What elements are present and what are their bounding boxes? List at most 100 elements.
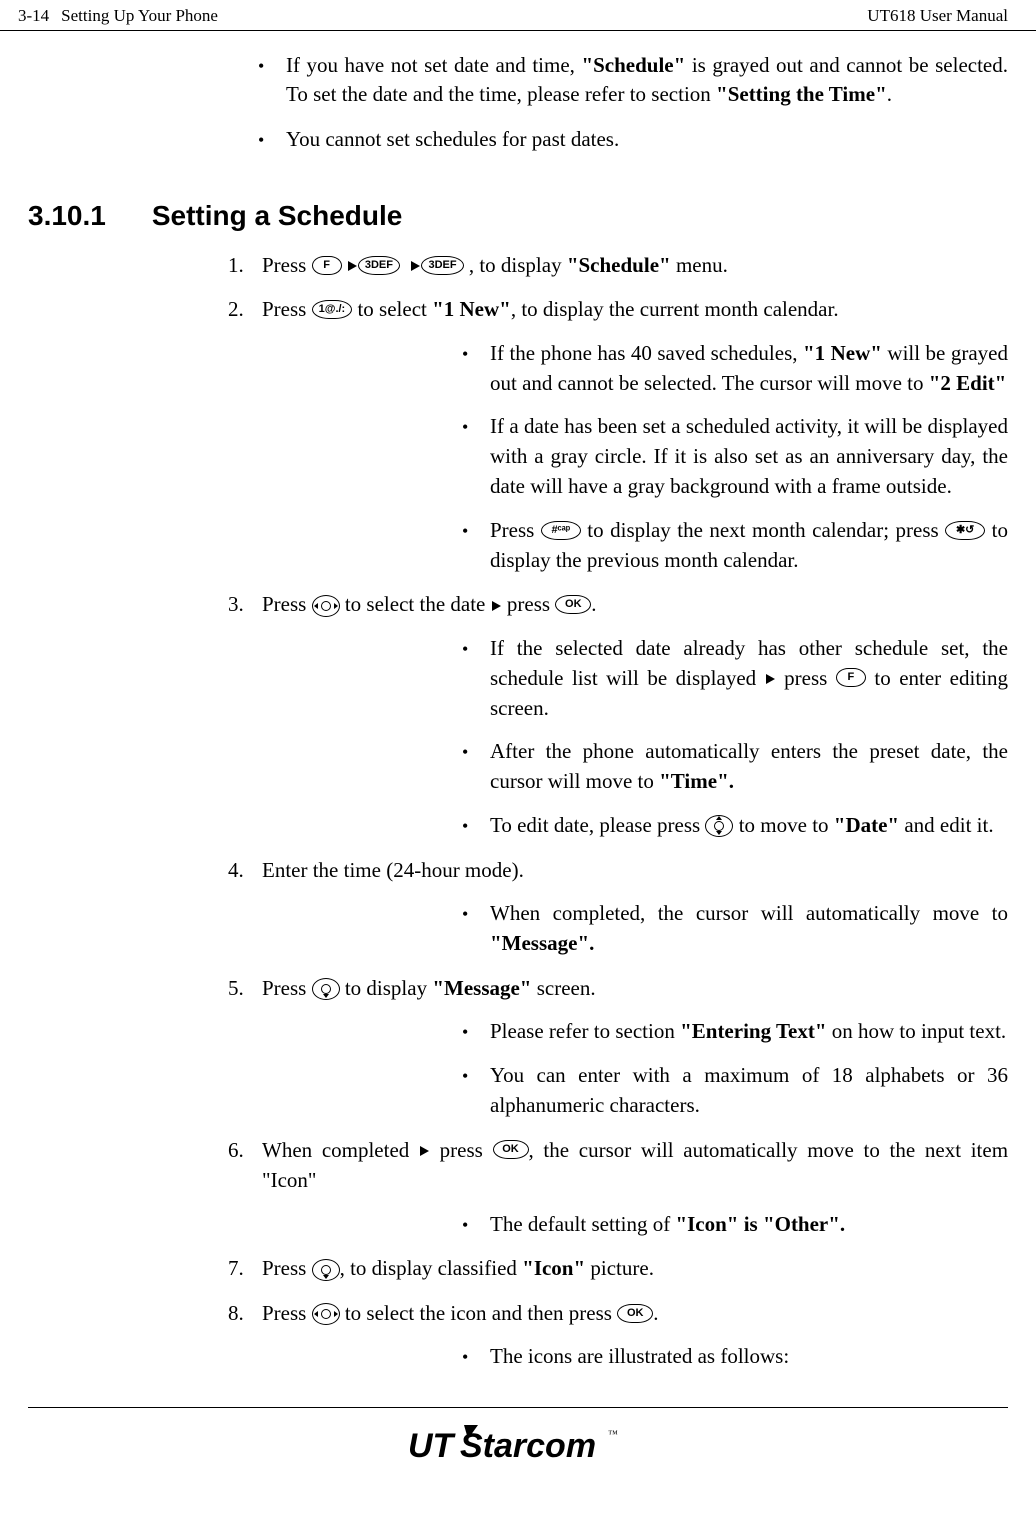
text: Please refer to section [490, 1019, 680, 1043]
text: , to display [469, 253, 567, 277]
step-number: 8. [228, 1298, 262, 1328]
bullet-icon: • [462, 1342, 490, 1371]
intro-bullets: • If you have not set date and time, "Sc… [258, 51, 1008, 154]
bullet-icon: • [462, 516, 490, 545]
text: to select [357, 297, 432, 321]
bold-text: "Time". [659, 769, 734, 793]
key-star-icon: ✱↺ [945, 521, 985, 540]
text: press [784, 666, 836, 690]
bullet-icon: • [462, 1061, 490, 1090]
bold-text: "1 New" [803, 341, 882, 365]
key-f-icon: F [312, 256, 342, 275]
page-header: 3-14 Setting Up Your Phone UT618 User Ma… [0, 0, 1036, 31]
numbered-steps: 1. Press F 3DEF 3DEF , to display "Sched… [228, 250, 1008, 1372]
text: The icons are illustrated as follows: [490, 1342, 1008, 1372]
step-6-sub-1: • The default setting of "Icon" is "Othe… [462, 1210, 1008, 1240]
step-5-sub-2: • You can enter with a maximum of 18 alp… [462, 1061, 1008, 1121]
text: to display [345, 976, 433, 1000]
bullet-icon: • [462, 634, 490, 663]
step-2-sub: • If the phone has 40 saved schedules, "… [462, 339, 1008, 576]
bullet-icon: • [462, 339, 490, 368]
text: Press [262, 592, 312, 616]
text: , to display the current month calendar. [511, 297, 839, 321]
text: screen. [531, 976, 595, 1000]
section-number: 3.10.1 [28, 200, 106, 232]
step-3: 3. Press to select the date press OK. [228, 589, 1008, 619]
step-1: 1. Press F 3DEF 3DEF , to display "Sched… [228, 250, 1008, 280]
bold-text: "Setting the Time" [716, 82, 887, 106]
page-content: • If you have not set date and time, "Sc… [0, 31, 1036, 1372]
text: . [887, 82, 892, 106]
section-heading: 3.10.1 Setting a Schedule [28, 200, 1008, 232]
svg-text:™: ™ [608, 1429, 618, 1440]
text: Press [262, 253, 312, 277]
text: and edit it. [899, 813, 993, 837]
utstarcom-logo-icon: UT Starcom ™ [408, 1423, 628, 1469]
text: to display the next month calendar; pres… [587, 518, 945, 542]
bold-text: "Icon" [522, 1256, 585, 1280]
key-3-icon: 3DEF [421, 256, 463, 275]
text: to move to [739, 813, 834, 837]
step-number: 1. [228, 250, 262, 280]
step-number: 7. [228, 1253, 262, 1283]
step-6: 6. When completed press OK, the cursor w… [228, 1135, 1008, 1196]
text: After the phone automatically enters the… [490, 739, 1008, 793]
step-8-sub-1: • The icons are illustrated as follows: [462, 1342, 1008, 1372]
key-1-icon: 1@./: [312, 300, 353, 319]
text: If a date has been set a scheduled activ… [490, 412, 1008, 501]
bold-text: "Date" [834, 813, 899, 837]
step-5-sub: • Please refer to section "Entering Text… [462, 1017, 1008, 1120]
bold-text: "2 Edit" [929, 371, 1007, 395]
text: menu. [671, 253, 728, 277]
text: The default setting of [490, 1212, 675, 1236]
footer-divider [28, 1407, 1008, 1408]
step-2-sub-3: • Press #ᶜᵃᵖ to display the next month c… [462, 516, 1008, 576]
arrow-right-icon [766, 674, 775, 684]
step-3-sub-1: • If the selected date already has other… [462, 634, 1008, 723]
text: , to display classified [340, 1256, 523, 1280]
intro-bullet-1: • If you have not set date and time, "Sc… [258, 51, 1008, 109]
step-4-sub: • When completed, the cursor will automa… [462, 899, 1008, 959]
bullet-icon: • [462, 811, 490, 840]
step-2-sub-1: • If the phone has 40 saved schedules, "… [462, 339, 1008, 399]
text: to select the icon and then press [345, 1301, 617, 1325]
footer-logo: UT Starcom ™ [0, 1423, 1036, 1474]
text: If you have not set date and time, [286, 53, 581, 77]
text: . [591, 592, 596, 616]
text: picture. [585, 1256, 654, 1280]
bullet-icon: • [462, 899, 490, 928]
bold-text: "Schedule" [567, 253, 671, 277]
step-3-sub: • If the selected date already has other… [462, 634, 1008, 841]
page-number: 3-14 [18, 6, 49, 26]
bold-text: "Message" [432, 976, 531, 1000]
text: Press [262, 1301, 312, 1325]
step-number: 6. [228, 1135, 262, 1165]
text: To edit date, please press [490, 813, 705, 837]
bold-text: "Icon" is "Other". [675, 1212, 845, 1236]
bullet-icon: • [258, 125, 286, 154]
step-2-sub-2: • If a date has been set a scheduled act… [462, 412, 1008, 501]
step-number: 2. [228, 294, 262, 324]
manual-page: 3-14 Setting Up Your Phone UT618 User Ma… [0, 0, 1036, 1518]
step-4-sub-1: • When completed, the cursor will automa… [462, 899, 1008, 959]
svg-text:Starcom: Starcom [460, 1427, 596, 1465]
bullet-icon: • [462, 1210, 490, 1239]
text: When completed [262, 1138, 419, 1162]
text: on how to input text. [827, 1019, 1007, 1043]
key-ok-icon: OK [617, 1304, 653, 1323]
text: to select the date [345, 592, 491, 616]
text: When completed, the cursor will automati… [490, 901, 1008, 925]
manual-title: UT618 User Manual [867, 6, 1008, 26]
bullet-icon: • [462, 1017, 490, 1046]
header-section-title: Setting Up Your Phone [61, 6, 218, 26]
text: If the phone has 40 saved schedules, [490, 341, 803, 365]
key-hash-icon: #ᶜᵃᵖ [541, 521, 581, 540]
bullet-icon: • [258, 51, 286, 109]
nav-down-icon [312, 1259, 340, 1281]
nav-down-icon [312, 978, 340, 1000]
step-6-sub: • The default setting of "Icon" is "Othe… [462, 1210, 1008, 1240]
intro-bullet-2: • You cannot set schedules for past date… [258, 125, 1008, 154]
arrow-right-icon [492, 601, 501, 611]
key-f-icon: F [836, 668, 866, 687]
bullet-icon: • [462, 412, 490, 441]
